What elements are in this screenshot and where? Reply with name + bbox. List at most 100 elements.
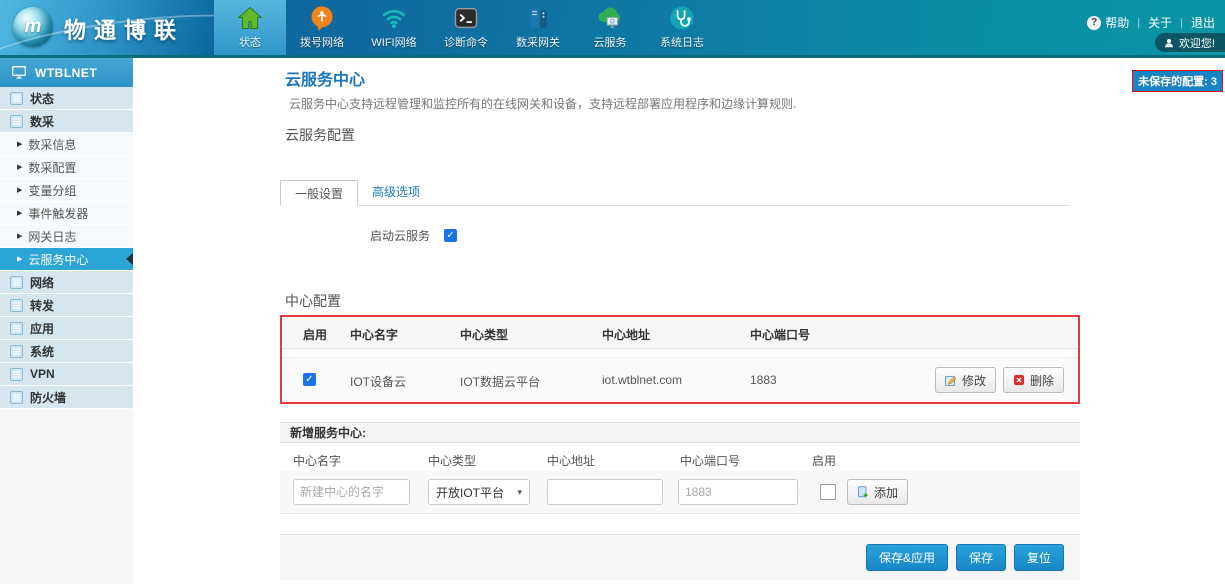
nav-item-wifi-network[interactable]: WIFI网络 (358, 0, 430, 55)
sidebar-item-label: 数采 (30, 113, 54, 130)
add-center-section: 新增服务中心: 中心名字 中心类型 中心地址 中心端口号 启用 开放IOT平台 … (280, 422, 1080, 514)
center-config-heading: 中心配置 (285, 291, 341, 311)
delete-x-icon (1013, 374, 1025, 386)
nav-item-diagnostics[interactable]: 诊断命令 (430, 0, 502, 55)
list-icon (10, 276, 23, 289)
arrow-right-icon: ▶ (17, 256, 22, 263)
add-page-icon (857, 486, 869, 498)
welcome-badge[interactable]: 欢迎您! (1155, 33, 1225, 52)
center-type-select[interactable]: 开放IOT平台 ▾ (428, 479, 530, 505)
cloud-config-heading: 云服务配置 (285, 125, 355, 145)
nav-item-system-log[interactable]: 系统日志 (646, 0, 718, 55)
about-link[interactable]: 关于 (1148, 14, 1172, 31)
nav-item-data-gateway[interactable]: 数采网关 (502, 0, 574, 55)
add-center-labels: 中心名字 中心类型 中心地址 中心端口号 启用 (280, 443, 1080, 471)
save-button[interactable]: 保存 (956, 544, 1006, 571)
sidebar-item-label: 防火墙 (30, 389, 66, 406)
list-icon (10, 92, 23, 105)
new-center-name-input[interactable] (293, 479, 410, 505)
sidebar-item-label: 云服务中心 (28, 251, 88, 268)
add-label-port: 中心端口号 (680, 452, 740, 469)
unsaved-config-badge[interactable]: 未保存的配置: 3 (1132, 70, 1223, 92)
list-icon (10, 322, 23, 335)
nav-item-dial-network[interactable]: 拨号网络 (286, 0, 358, 55)
main-content: 未保存的配置: 3 云服务中心 云服务中心支持远程管理和监控所有的在线网关和设备… (133, 58, 1225, 584)
arrow-right-icon: ▶ (17, 187, 22, 194)
sidebar-item-vpn[interactable]: VPN (0, 363, 133, 386)
enable-cloud-checkbox[interactable] (444, 229, 457, 242)
nav-label: 状态 (239, 34, 261, 50)
terminal-icon (451, 3, 481, 33)
reset-button[interactable]: 复位 (1014, 544, 1064, 571)
welcome-label: 欢迎您! (1179, 35, 1215, 51)
sidebar-item-forwarding[interactable]: 转发 (0, 294, 133, 317)
nav-item-cloud-service[interactable]: 云服务 (574, 0, 646, 55)
arrow-right-icon: ▶ (17, 141, 22, 148)
header-links: ? 帮助 | 关于 | 退出 (1087, 14, 1215, 31)
list-icon (10, 115, 23, 128)
enable-cloud-label: 启动云服务 (370, 227, 430, 244)
sidebar-item-label: VPN (30, 367, 55, 381)
sidebar-item-firewall[interactable]: 防火墙 (0, 386, 133, 409)
sidebar-item-event-trigger[interactable]: ▶ 事件触发器 (0, 202, 133, 225)
page-title: 云服务中心 (285, 66, 365, 90)
edit-label: 修改 (962, 372, 986, 389)
sidebar-item-network[interactable]: 网络 (0, 271, 133, 294)
help-link[interactable]: ? 帮助 (1087, 14, 1129, 31)
logo: m 物通博联 (0, 0, 214, 55)
add-center-inputs: 开放IOT平台 ▾ 添加 (280, 471, 1080, 514)
logout-link[interactable]: 退出 (1191, 14, 1215, 31)
arrow-right-icon: ▶ (17, 210, 22, 217)
new-center-port-input[interactable] (678, 479, 798, 505)
sidebar-item-cloud-service-center[interactable]: ▶ 云服务中心 (0, 248, 133, 271)
col-center-name: 中心名字 (350, 326, 398, 343)
table-gap (282, 349, 1078, 357)
nav-item-status[interactable]: 状态 (214, 0, 286, 55)
new-center-enable-checkbox[interactable] (820, 484, 836, 500)
col-center-address: 中心地址 (602, 326, 650, 343)
brand-globe-icon: m (13, 7, 53, 47)
new-center-address-input[interactable] (547, 479, 663, 505)
table-row: IOT设备云 IOT数据云平台 iot.wtblnet.com 1883 修改 … (282, 357, 1078, 402)
add-button[interactable]: 添加 (847, 479, 908, 505)
list-icon (10, 345, 23, 358)
sidebar-item-data-acquisition[interactable]: 数采 (0, 110, 133, 133)
tab-general-settings[interactable]: 一般设置 (280, 180, 358, 206)
help-label: 帮助 (1105, 14, 1129, 31)
delete-label: 删除 (1030, 372, 1054, 389)
top-header: m 物通博联 状态 拨号网络 WIFI网络 诊断命令 (0, 0, 1225, 55)
sidebar-item-application[interactable]: 应用 (0, 317, 133, 340)
delete-button[interactable]: 删除 (1003, 367, 1064, 393)
sidebar-item-label: 变量分组 (28, 182, 76, 199)
sidebar-item-gateway-log[interactable]: ▶ 网关日志 (0, 225, 133, 248)
row-center-name: IOT设备云 (350, 373, 406, 390)
nav-label: 系统日志 (660, 34, 704, 50)
help-icon: ? (1087, 16, 1101, 30)
link-separator: | (1137, 17, 1140, 29)
add-center-heading: 新增服务中心: (280, 422, 1080, 443)
tab-advanced-options[interactable]: 高级选项 (358, 179, 434, 205)
device-name: WTBLNET (35, 66, 97, 80)
sidebar-item-data-config[interactable]: ▶ 数采配置 (0, 156, 133, 179)
sidebar-item-data-info[interactable]: ▶ 数采信息 (0, 133, 133, 156)
logout-label: 退出 (1191, 14, 1215, 31)
header-nav: 状态 拨号网络 WIFI网络 诊断命令 数采网关 (214, 0, 718, 55)
cloud-icon (595, 3, 625, 33)
save-apply-button[interactable]: 保存&应用 (866, 544, 948, 571)
sidebar-item-variable-group[interactable]: ▶ 变量分组 (0, 179, 133, 202)
sidebar-item-system[interactable]: 系统 (0, 340, 133, 363)
sidebar-item-status[interactable]: 状态 (0, 87, 133, 110)
about-label: 关于 (1148, 14, 1172, 31)
settings-tabbar: 一般设置 高级选项 (280, 179, 1070, 206)
row-enabled-checkbox[interactable] (303, 373, 316, 386)
nav-label: 数采网关 (516, 34, 560, 50)
enable-cloud-row: 启动云服务 (370, 227, 457, 244)
nav-label: WIFI网络 (371, 34, 416, 50)
arrow-right-icon: ▶ (17, 233, 22, 240)
center-config-table: 启用 中心名字 中心类型 中心地址 中心端口号 IOT设备云 IOT数据云平台 … (280, 315, 1080, 404)
row-center-port: 1883 (750, 373, 777, 387)
list-icon (10, 391, 23, 404)
col-center-type: 中心类型 (460, 326, 508, 343)
add-label-enable: 启用 (812, 452, 836, 469)
edit-button[interactable]: 修改 (935, 367, 996, 393)
